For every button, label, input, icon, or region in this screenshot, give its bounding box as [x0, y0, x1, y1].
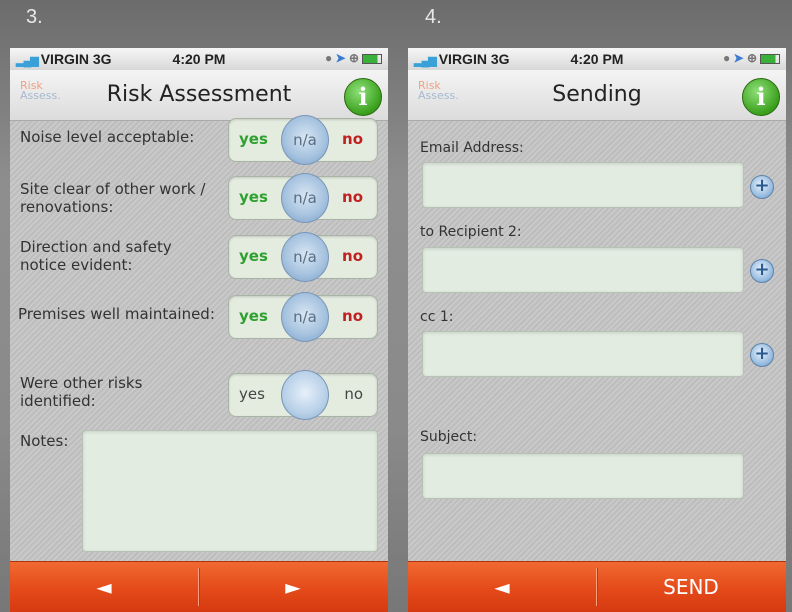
yes-option[interactable]: yes: [239, 307, 268, 325]
no-option[interactable]: no: [342, 247, 363, 265]
subject-field[interactable]: [422, 453, 744, 499]
no-option[interactable]: no: [342, 307, 363, 325]
alarm-icon: ⊕: [348, 51, 359, 65]
battery-icon: [362, 53, 382, 64]
row-label-premises: Premises well maintained:: [18, 305, 215, 323]
cc-1-field[interactable]: [422, 331, 744, 377]
status-bar: ▂▄▆ VIRGIN 3G 4:20 PM ● ➤ ⊕: [10, 48, 388, 70]
status-icons: ● ➤ ⊕: [723, 51, 780, 65]
add-email-button[interactable]: +: [750, 175, 774, 199]
notes-label: Notes:: [20, 432, 69, 450]
status-icons: ● ➤ ⊕: [325, 51, 382, 65]
yes-option[interactable]: yes: [239, 188, 268, 206]
yes-option[interactable]: yes: [239, 247, 268, 265]
battery-icon: [760, 53, 780, 64]
info-button[interactable]: i: [344, 78, 382, 116]
email-address-field[interactable]: [422, 162, 744, 208]
notes-textarea[interactable]: [82, 430, 378, 552]
na-knob[interactable]: n/a: [281, 232, 329, 282]
add-recipient-button[interactable]: +: [750, 259, 774, 283]
toggle-premises[interactable]: yes n/a no: [228, 292, 378, 342]
toggle-other-risks[interactable]: yes no: [228, 370, 378, 420]
na-knob[interactable]: n/a: [281, 115, 329, 165]
recipient-2-label: to Recipient 2:: [420, 224, 522, 240]
bottom-toolbar: ◄ ►: [10, 561, 388, 612]
neutral-knob[interactable]: [281, 370, 329, 420]
nav-bar: Risk Assess. Sending i: [408, 70, 786, 121]
recipient-2-field[interactable]: [422, 247, 744, 293]
na-knob[interactable]: n/a: [281, 292, 329, 342]
panel-number-3: 3.: [26, 6, 43, 28]
panel-number-4: 4.: [425, 6, 442, 28]
sending-screen: ▂▄▆ VIRGIN 3G 4:20 PM ● ➤ ⊕ Risk Assess. …: [408, 48, 786, 612]
page-title: Risk Assessment: [106, 82, 292, 107]
no-option[interactable]: no: [344, 385, 363, 403]
row-label-site-clear: Site clear of other work / renovations:: [20, 180, 206, 216]
lock-icon: ●: [324, 51, 333, 65]
page-title: Sending: [552, 82, 642, 107]
yes-option[interactable]: yes: [239, 385, 265, 403]
alarm-icon: ⊕: [746, 51, 757, 65]
nav-bar: Risk Assess. Risk Assessment i: [10, 70, 388, 121]
bottom-toolbar: ◄ SEND: [408, 561, 786, 612]
no-option[interactable]: no: [342, 130, 363, 148]
cc-1-label: cc 1:: [420, 309, 454, 325]
location-icon: ➤: [733, 51, 744, 65]
subject-label: Subject:: [420, 429, 478, 445]
toggle-noise[interactable]: yes n/a no: [228, 115, 378, 165]
info-button[interactable]: i: [742, 78, 780, 116]
risk-assessment-screen: ▂▄▆ VIRGIN 3G 4:20 PM ● ➤ ⊕ Risk Assess. …: [10, 48, 388, 612]
status-bar: ▂▄▆ VIRGIN 3G 4:20 PM ● ➤ ⊕: [408, 48, 786, 70]
row-label-noise: Noise level acceptable:: [20, 128, 195, 146]
toggle-site-clear[interactable]: yes n/a no: [228, 173, 378, 223]
toggle-direction-safety[interactable]: yes n/a no: [228, 232, 378, 282]
no-option[interactable]: no: [342, 188, 363, 206]
add-cc-button[interactable]: +: [750, 343, 774, 367]
row-label-direction-safety: Direction and safety notice evident:: [20, 238, 172, 274]
lock-icon: ●: [722, 51, 731, 65]
row-label-other-risks: Were other risks identified:: [20, 374, 143, 410]
yes-option[interactable]: yes: [239, 130, 268, 148]
email-address-label: Email Address:: [420, 140, 524, 156]
na-knob[interactable]: n/a: [281, 173, 329, 223]
send-button[interactable]: SEND: [597, 562, 785, 612]
back-button[interactable]: ◄: [408, 562, 596, 612]
back-button[interactable]: ◄: [10, 562, 198, 612]
location-icon: ➤: [335, 51, 346, 65]
next-button[interactable]: ►: [199, 562, 387, 612]
